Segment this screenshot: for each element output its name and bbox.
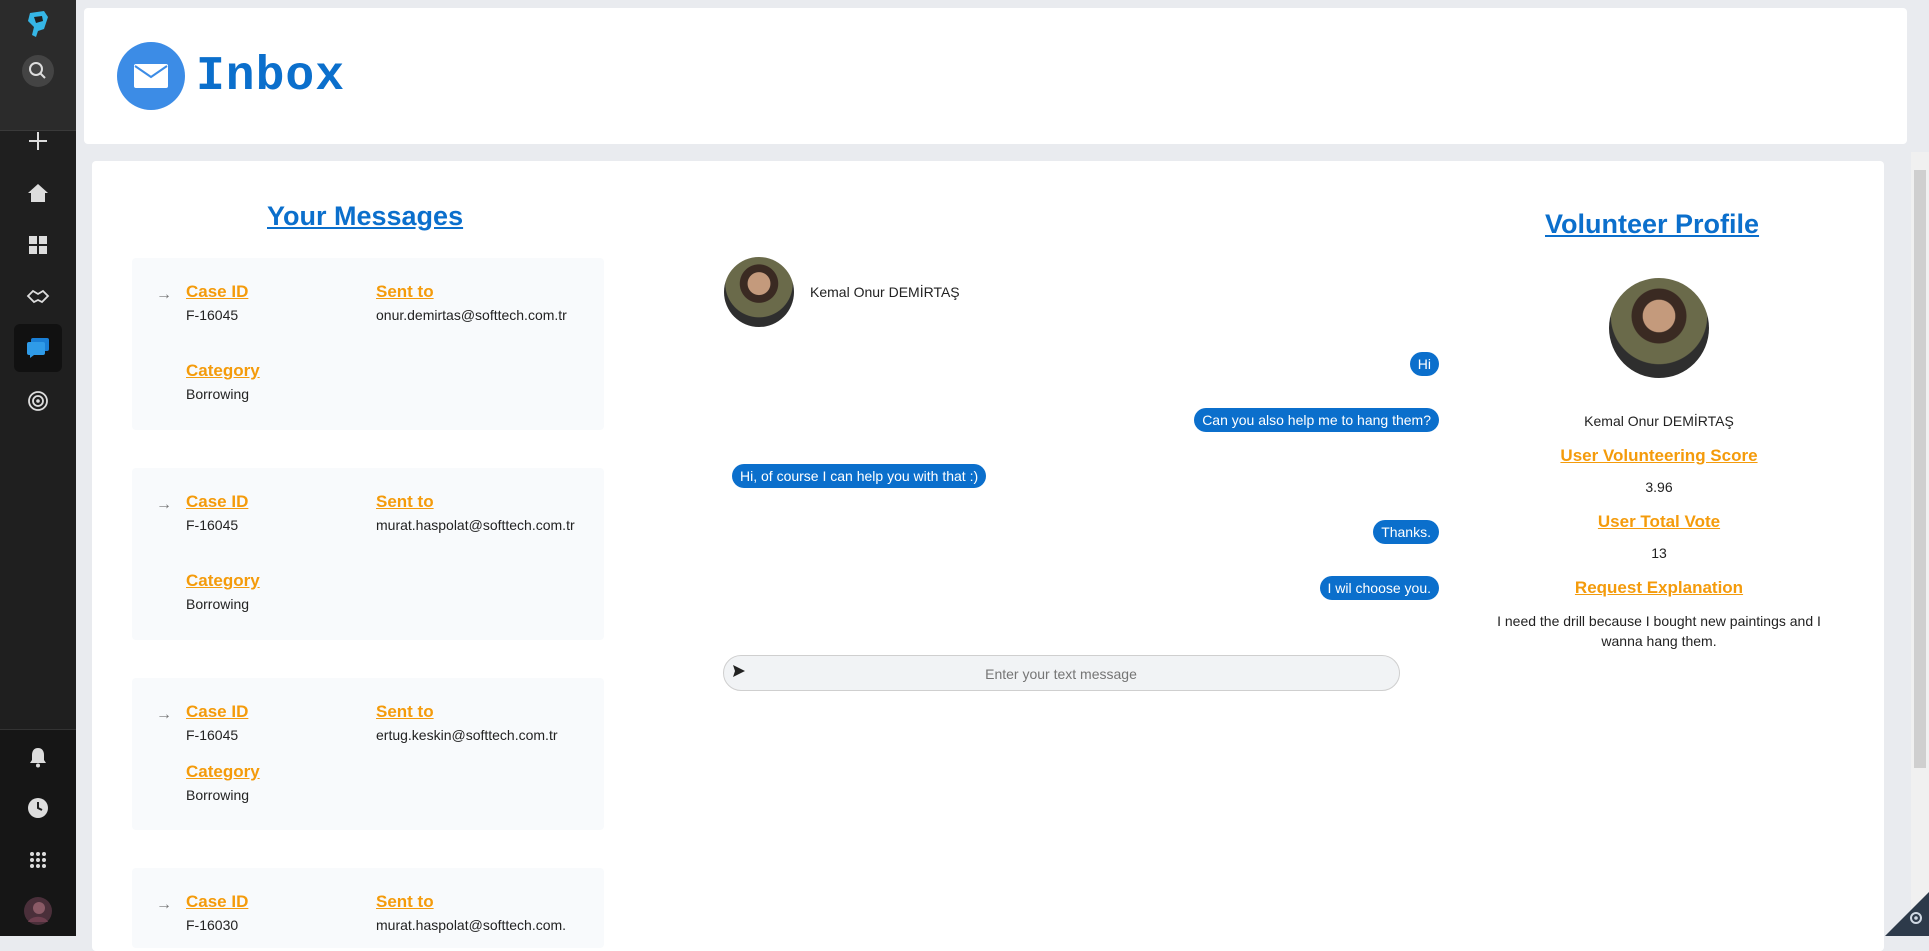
- category-value: Borrowing: [186, 386, 250, 402]
- message-card[interactable]: → Case ID F-16045 Sent to onur.demirtas@…: [132, 258, 604, 430]
- arrow-right-icon: →: [156, 496, 172, 513]
- category-label: Category: [186, 762, 260, 781]
- target-icon[interactable]: [18, 381, 58, 421]
- mail-icon: [117, 42, 185, 110]
- handshake-icon[interactable]: [18, 277, 58, 317]
- sent-to-label: Sent to: [376, 282, 434, 301]
- left-nav-rail: [0, 0, 76, 936]
- message-card[interactable]: → Case ID F-16045 Sent to murat.haspolat…: [132, 468, 604, 640]
- messages-icon[interactable]: [14, 324, 62, 372]
- case-id-value: F-16045: [186, 307, 239, 323]
- plus-icon[interactable]: [18, 121, 58, 161]
- page-title: Inbox: [196, 50, 346, 104]
- message-card[interactable]: → Case ID F-16045 Sent to ertug.keskin@s…: [132, 678, 604, 830]
- arrow-right-icon: →: [156, 896, 172, 913]
- case-id-value: F-16045: [186, 517, 239, 533]
- vote-value: 13: [1651, 545, 1667, 561]
- explanation-label: Request Explanation: [1574, 578, 1744, 597]
- sent-to-value: murat.haspolat@softtech.com.tr: [376, 517, 575, 533]
- chat-input-bar: [723, 655, 1400, 692]
- chat-bubble-received: Hi, of course I can help you with that :…: [732, 464, 987, 488]
- score-value: 3.96: [1645, 479, 1673, 495]
- category-value: Borrowing: [186, 596, 250, 612]
- category-label: Category: [186, 571, 260, 590]
- arrow-right-icon: →: [156, 706, 172, 723]
- history-icon[interactable]: [18, 788, 58, 828]
- arrow-right-icon: →: [156, 286, 172, 303]
- explanation-text: I need the drill because I bought new pa…: [1497, 613, 1821, 649]
- main-content: Your Messages → Case ID F-16045 Sent to …: [92, 161, 1884, 951]
- app-logo-icon[interactable]: [18, 4, 58, 44]
- case-id-label: Case ID: [186, 892, 249, 911]
- chat-contact-avatar: [724, 257, 794, 327]
- settings-icon[interactable]: [1907, 909, 1925, 932]
- volunteer-profile-title: Volunteer Profile: [1545, 209, 1760, 239]
- sent-to-value: murat.haspolat@softtech.com.: [376, 917, 567, 933]
- vote-label: User Total Vote: [1597, 512, 1721, 531]
- user-avatar[interactable]: [18, 891, 58, 931]
- send-icon[interactable]: [732, 664, 746, 683]
- case-id-label: Case ID: [186, 492, 249, 511]
- chat-bubble-sent: Thanks.: [1373, 520, 1439, 544]
- chat-message-input[interactable]: [754, 656, 1368, 692]
- sent-to-label: Sent to: [376, 702, 434, 721]
- messages-section-title: Your Messages: [267, 201, 464, 231]
- case-id-value: F-16045: [186, 727, 239, 743]
- sent-to-label: Sent to: [376, 492, 434, 511]
- category-value: Borrowing: [186, 787, 250, 803]
- apps-grid-icon[interactable]: [18, 840, 58, 880]
- chat-bubble-sent: Can you also help me to hang them?: [1194, 408, 1439, 432]
- sent-to-value: ertug.keskin@softtech.com.tr: [376, 727, 558, 743]
- volunteer-name: Kemal Onur DEMİRTAŞ: [1584, 413, 1734, 429]
- chat-bubble-sent: Hi: [1409, 352, 1439, 376]
- scrollbar-thumb[interactable]: [1914, 170, 1926, 768]
- category-label: Category: [186, 361, 260, 380]
- case-id-label: Case ID: [186, 702, 249, 721]
- chat-contact-name: Kemal Onur DEMİRTAŞ: [810, 284, 960, 300]
- sent-to-value: onur.demirtas@softtech.com.tr: [376, 307, 567, 323]
- home-icon[interactable]: [18, 173, 58, 213]
- sent-to-label: Sent to: [376, 892, 434, 911]
- page-scrollbar[interactable]: [1911, 152, 1929, 936]
- chat-bubble-sent: I wil choose you.: [1319, 576, 1439, 600]
- volunteer-avatar: [1609, 278, 1709, 378]
- message-card[interactable]: → Case ID F-16030 Sent to murat.haspolat…: [132, 868, 604, 948]
- search-icon[interactable]: [18, 51, 58, 91]
- bell-icon[interactable]: [18, 737, 58, 777]
- page-header: Inbox: [84, 8, 1907, 144]
- case-id-value: F-16030: [186, 917, 239, 933]
- dashboard-icon[interactable]: [18, 225, 58, 265]
- case-id-label: Case ID: [186, 282, 249, 301]
- score-label: User Volunteering Score: [1560, 446, 1758, 465]
